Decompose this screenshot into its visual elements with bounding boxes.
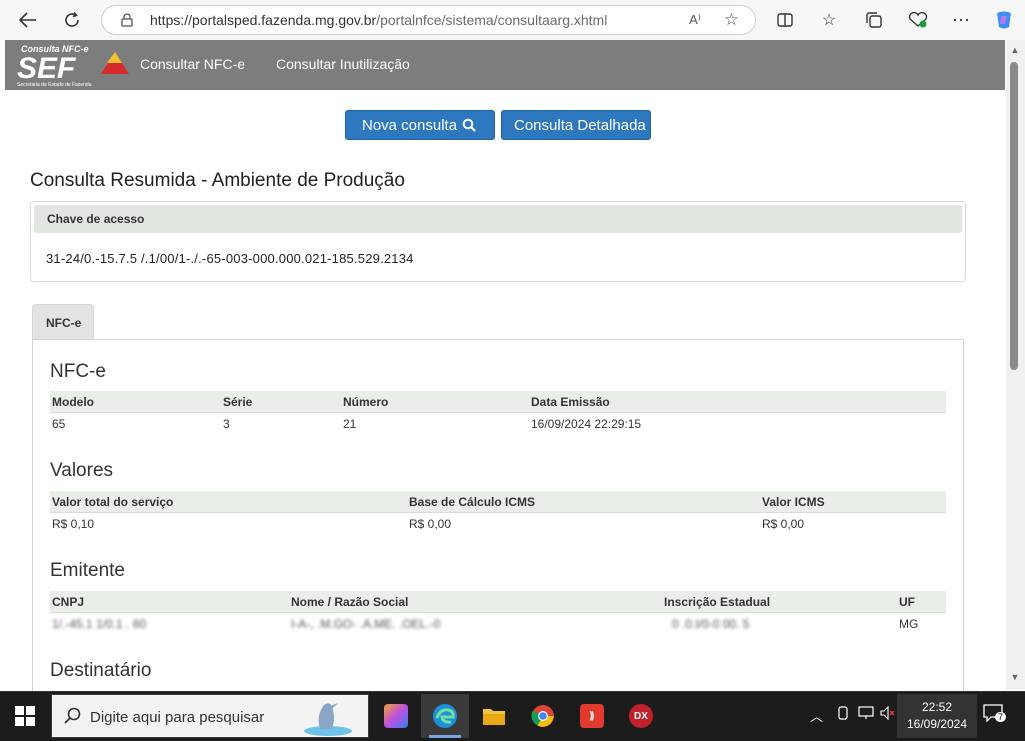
notification-center-icon[interactable]: 7 bbox=[983, 704, 1007, 724]
value-base-calculo: R$ 0,00 bbox=[409, 517, 452, 531]
taskbar-search[interactable]: Digite aqui para pesquisar bbox=[51, 694, 369, 738]
search-icon bbox=[64, 707, 82, 730]
tab-nfce[interactable]: NFC-e bbox=[32, 304, 94, 340]
access-key-header: Chave de acesso bbox=[34, 205, 962, 233]
value-data-emissao: 16/09/2024 22:29:15 bbox=[531, 417, 642, 431]
taskbar-file-explorer-app[interactable] bbox=[470, 694, 518, 738]
value-nome-razao: I-A-, .M.GO- .A.ME. .OEL.-0 bbox=[291, 617, 441, 631]
col-modelo: Modelo bbox=[52, 395, 94, 409]
value-valor-total: R$ 0,10 bbox=[52, 517, 95, 531]
sef-logo[interactable]: Consulta NFC-e SEF Secretaria de Estado … bbox=[15, 42, 130, 89]
access-key-label: Chave de acesso bbox=[47, 212, 145, 226]
col-nome-razao: Nome / Razão Social bbox=[291, 595, 409, 609]
site-header: Consulta NFC-e SEF Secretaria de Estado … bbox=[5, 40, 1005, 90]
taskbar-copilot-app[interactable] bbox=[372, 694, 420, 738]
favorites-icon[interactable]: ☆ bbox=[815, 6, 843, 34]
col-data-emissao: Data Emissão bbox=[531, 395, 610, 409]
scrollbar-thumb[interactable] bbox=[1010, 62, 1018, 370]
tray-volume-muted-icon[interactable] bbox=[880, 705, 896, 723]
taskbar-clock[interactable]: 22:52 16/09/2024 bbox=[897, 694, 977, 738]
value-modelo: 65 bbox=[52, 417, 66, 431]
new-query-button[interactable]: Nova consulta bbox=[345, 110, 495, 140]
access-key-value: 31-24/0.-15.7.5 /.1/00/1-./.-65-003-000.… bbox=[46, 251, 414, 266]
search-placeholder: Digite aqui para pesquisar bbox=[90, 709, 265, 726]
taskbar-edge-app[interactable] bbox=[421, 694, 469, 738]
edge-icon bbox=[433, 704, 457, 728]
read-aloud-icon[interactable]: A⁾ bbox=[689, 12, 701, 28]
scroll-up-arrow-icon[interactable]: ▲ bbox=[1008, 45, 1022, 57]
logo-main-text: SEF bbox=[17, 52, 76, 85]
search-icon bbox=[462, 118, 476, 132]
address-bar[interactable]: https://portalsped.fazenda.mg.gov.br/por… bbox=[101, 5, 756, 35]
scroll-down-arrow-icon[interactable]: ▼ bbox=[1008, 672, 1022, 684]
valores-header-row: Valor total do serviço Base de Cálculo I… bbox=[50, 491, 946, 513]
value-cnpj: 1/.-45.1 1/0.1 . 60 bbox=[52, 617, 147, 631]
nav-consultar-inutilizacao[interactable]: Consultar Inutilização bbox=[276, 56, 410, 72]
col-inscricao: Inscrição Estadual bbox=[664, 595, 771, 609]
section-title-valores: Valores bbox=[50, 460, 114, 481]
lock-icon[interactable] bbox=[120, 13, 134, 27]
detailed-query-button[interactable]: Consulta Detalhada bbox=[501, 110, 651, 140]
back-arrow-icon[interactable] bbox=[14, 6, 42, 34]
value-numero: 21 bbox=[343, 417, 357, 431]
value-inscricao: 0 .0.I/0-0 00. 5 bbox=[672, 617, 750, 631]
taskbar-chrome-app[interactable] bbox=[519, 694, 567, 738]
copilot-icon[interactable] bbox=[990, 6, 1018, 34]
refresh-icon[interactable] bbox=[58, 6, 86, 34]
logo-sub-text: Secretaria de Estado de Fazenda bbox=[17, 82, 92, 88]
clock-date: 16/09/2024 bbox=[906, 717, 968, 731]
detailed-query-label: Consulta Detalhada bbox=[514, 116, 646, 134]
taskbar-anydesk-app[interactable]: ⟫ bbox=[568, 694, 616, 738]
url-path: /portalnfce/sistema/consultaarg.xhtml bbox=[376, 12, 608, 28]
access-key-panel: Chave de acesso 31-24/0.-15.7.5 /.1/00/1… bbox=[30, 201, 966, 282]
search-highlight-dolphin-icon bbox=[302, 697, 354, 737]
col-uf: UF bbox=[899, 595, 915, 609]
col-valor-icms: Valor ICMS bbox=[762, 495, 825, 509]
url-host: https://portalsped.fazenda.mg.gov.br bbox=[150, 12, 377, 28]
copilot-app-icon bbox=[384, 704, 408, 728]
new-query-label: Nova consulta bbox=[362, 116, 458, 134]
notification-count: 7 bbox=[995, 712, 1007, 722]
performance-icon[interactable] bbox=[904, 6, 932, 34]
tray-chevron-up-icon[interactable]: ︿ bbox=[810, 706, 823, 725]
col-serie: Série bbox=[223, 395, 253, 409]
collections-icon[interactable] bbox=[860, 6, 888, 34]
taskbar: Digite aqui para pesquisar ⟫ DX ︿ 22:52 … bbox=[0, 691, 1025, 741]
page-title: Consulta Resumida - Ambiente de Produção bbox=[30, 170, 405, 191]
tray-device-icon[interactable] bbox=[836, 706, 850, 723]
dx-app-icon: DX bbox=[629, 704, 653, 728]
url-text[interactable]: https://portalsped.fazenda.mg.gov.br/por… bbox=[150, 12, 607, 28]
anydesk-icon: ⟫ bbox=[580, 704, 604, 728]
col-valor-total: Valor total do serviço bbox=[52, 495, 174, 509]
tab-nfce-label: NFC-e bbox=[46, 316, 82, 330]
split-screen-icon[interactable] bbox=[771, 6, 799, 34]
folder-icon bbox=[483, 709, 505, 725]
value-valor-icms: R$ 0,00 bbox=[762, 517, 805, 531]
tray-network-icon[interactable] bbox=[858, 706, 874, 723]
nav-consultar-nfce[interactable]: Consultar NFC-e bbox=[140, 56, 245, 72]
col-numero: Número bbox=[343, 395, 389, 409]
favorite-star-icon[interactable]: ☆ bbox=[724, 10, 739, 30]
section-title-destinatario: Destinatário bbox=[50, 660, 152, 681]
col-cnpj: CNPJ bbox=[52, 595, 85, 609]
windows-start-icon[interactable] bbox=[15, 706, 37, 728]
taskbar-dx-app[interactable]: DX bbox=[617, 694, 665, 738]
nfce-header-row: Modelo Série Número Data Emissão bbox=[50, 391, 946, 413]
section-title-nfce: NFC-e bbox=[50, 361, 106, 382]
section-title-emitente: Emitente bbox=[50, 560, 125, 581]
value-serie: 3 bbox=[223, 417, 230, 431]
col-base-calculo: Base de Cálculo ICMS bbox=[409, 495, 536, 509]
value-uf: MG bbox=[899, 617, 919, 631]
clock-time: 22:52 bbox=[921, 700, 953, 714]
more-options-icon[interactable]: ⋯ bbox=[947, 6, 975, 34]
chrome-icon bbox=[531, 705, 554, 727]
emitente-header-row: CNPJ Nome / Razão Social Inscrição Estad… bbox=[50, 591, 946, 613]
